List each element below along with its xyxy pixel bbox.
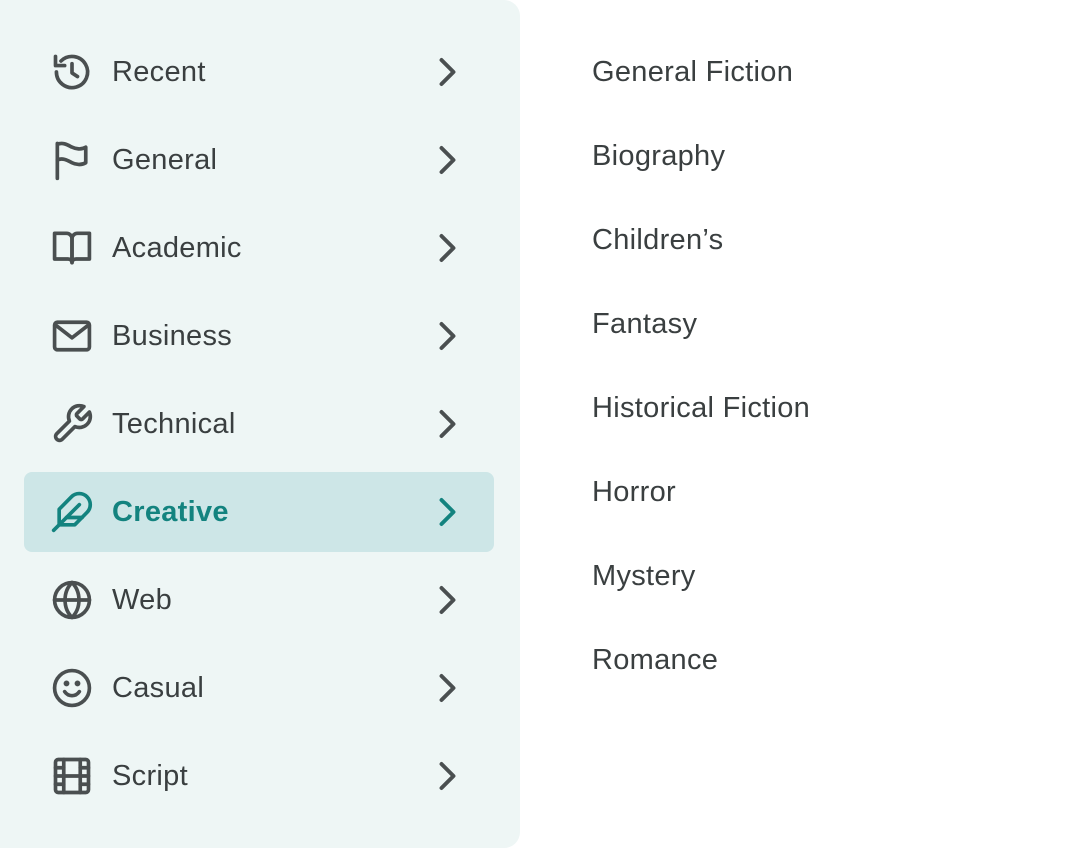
flag-icon — [50, 138, 94, 182]
style-picker: Recent General Academic Business Technic… — [0, 0, 1080, 848]
menu-item-label: Technical — [112, 408, 236, 440]
menu-item-academic[interactable]: Academic — [24, 208, 494, 288]
history-icon — [50, 50, 94, 94]
chevron-right-icon — [428, 54, 464, 90]
smiley-icon — [50, 666, 94, 710]
chevron-right-icon — [428, 494, 464, 530]
subcategory-item[interactable]: Horror — [592, 454, 810, 538]
film-icon — [50, 754, 94, 798]
book-icon — [50, 226, 94, 270]
menu-item-label: Academic — [112, 232, 242, 264]
menu-item-technical[interactable]: Technical — [24, 384, 494, 464]
chevron-right-icon — [428, 318, 464, 354]
subcategory-item[interactable]: Fantasy — [592, 286, 810, 370]
menu-item-script[interactable]: Script — [24, 736, 494, 816]
subcategory-item[interactable]: Mystery — [592, 538, 810, 622]
subcategory-item[interactable]: Children’s — [592, 202, 810, 286]
menu-item-creative[interactable]: Creative — [24, 472, 494, 552]
menu-item-label: Casual — [112, 672, 205, 704]
chevron-right-icon — [428, 582, 464, 618]
menu-item-label: Business — [112, 320, 233, 352]
menu-item-recent[interactable]: Recent — [24, 32, 494, 112]
subcategory-item[interactable]: Romance — [592, 622, 810, 706]
menu-item-label: Recent — [112, 56, 206, 88]
menu-item-business[interactable]: Business — [24, 296, 494, 376]
subcategory-item[interactable]: Historical Fiction — [592, 370, 810, 454]
menu-item-label: General — [112, 144, 218, 176]
subcategory-item[interactable]: General Fiction — [592, 34, 810, 118]
menu-item-casual[interactable]: Casual — [24, 648, 494, 728]
wrench-icon — [50, 402, 94, 446]
menu-item-web[interactable]: Web — [24, 560, 494, 640]
chevron-right-icon — [428, 142, 464, 178]
envelope-icon — [50, 314, 94, 358]
globe-icon — [50, 578, 94, 622]
menu-item-label: Creative — [112, 496, 229, 528]
menu-item-label: Script — [112, 760, 188, 792]
chevron-right-icon — [428, 230, 464, 266]
chevron-right-icon — [428, 758, 464, 794]
feather-icon — [50, 490, 94, 534]
chevron-right-icon — [428, 670, 464, 706]
category-menu: Recent General Academic Business Technic… — [24, 32, 494, 824]
subcategory-item[interactable]: Biography — [592, 118, 810, 202]
menu-item-label: Web — [112, 584, 173, 616]
menu-item-general[interactable]: General — [24, 120, 494, 200]
chevron-right-icon — [428, 406, 464, 442]
subcategory-list: General Fiction Biography Children’s Fan… — [592, 34, 810, 706]
category-sidebar: Recent General Academic Business Technic… — [0, 0, 520, 848]
